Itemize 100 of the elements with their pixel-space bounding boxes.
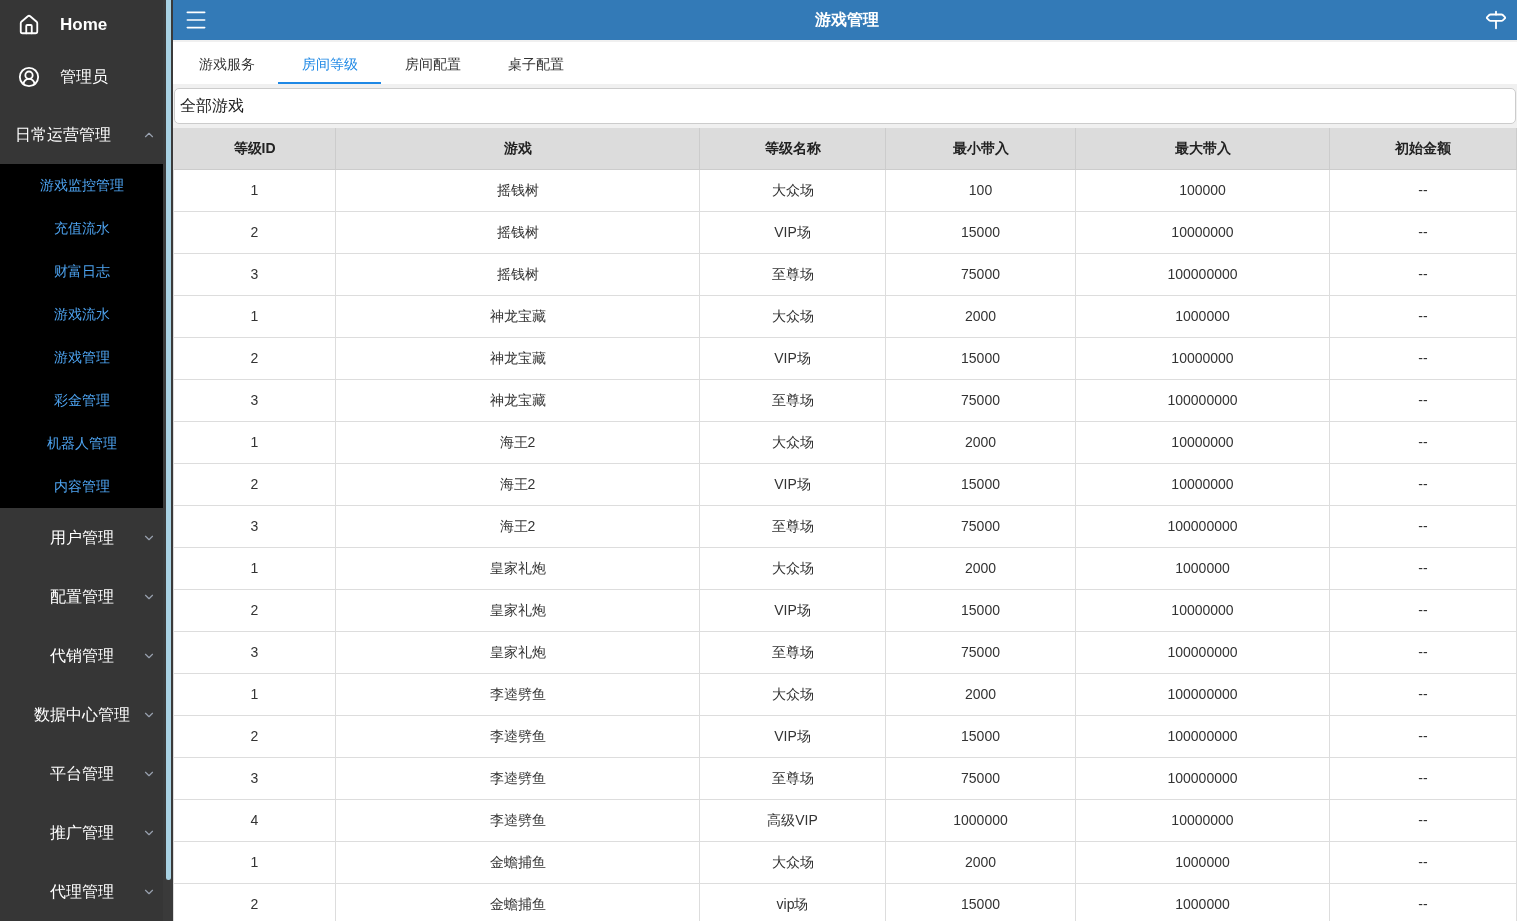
- tab[interactable]: 房间配置: [381, 46, 484, 84]
- table-cell: --: [1330, 590, 1517, 631]
- table-cell: 15000: [886, 716, 1076, 757]
- table-cell: VIP场: [700, 716, 886, 757]
- submenu-item[interactable]: 内容管理: [0, 465, 163, 508]
- table-cell: 大众场: [700, 422, 886, 463]
- table-cell: 高级VIP: [700, 800, 886, 841]
- table-cell: --: [1330, 548, 1517, 589]
- column-header: 初始金额: [1330, 128, 1517, 169]
- table-cell: 2: [174, 464, 336, 505]
- table-cell: 李逵劈鱼: [336, 800, 700, 841]
- table-cell: 2: [174, 590, 336, 631]
- table-cell: 大众场: [700, 170, 886, 211]
- table-cell: 大众场: [700, 548, 886, 589]
- column-header: 游戏: [336, 128, 700, 169]
- sidebar-group[interactable]: 代销管理: [0, 626, 163, 685]
- sidebar-group[interactable]: 平台管理: [0, 744, 163, 803]
- game-filter-field[interactable]: 全部游戏: [174, 88, 1516, 124]
- table-cell: --: [1330, 674, 1517, 715]
- table-cell: 1000000: [1076, 842, 1330, 883]
- table-cell: 3: [174, 632, 336, 673]
- sidebar-group[interactable]: 用户管理: [0, 508, 163, 567]
- scrollbar-thumb[interactable]: [165, 0, 171, 880]
- signpost-icon[interactable]: [1485, 9, 1507, 31]
- home-icon: [18, 13, 40, 36]
- table-cell: 至尊场: [700, 506, 886, 547]
- submenu-item[interactable]: 游戏管理: [0, 336, 163, 379]
- table-cell: 15000: [886, 884, 1076, 921]
- sidebar-group[interactable]: 日常运营管理: [0, 105, 163, 164]
- table-cell: 2: [174, 716, 336, 757]
- table-cell: 10000000: [1076, 338, 1330, 379]
- table-cell: 1000000: [1076, 548, 1330, 589]
- sidebar-item[interactable]: Home: [0, 0, 163, 49]
- table-cell: --: [1330, 422, 1517, 463]
- user-icon: [18, 66, 40, 88]
- submenu-item[interactable]: 机器人管理: [0, 422, 163, 465]
- table-cell: 1: [174, 296, 336, 337]
- table-cell: --: [1330, 212, 1517, 253]
- table-cell: 李逵劈鱼: [336, 716, 700, 757]
- table-cell: 皇家礼炮: [336, 632, 700, 673]
- table-cell: 1: [174, 422, 336, 463]
- table-cell: 大众场: [700, 296, 886, 337]
- table-cell: 75000: [886, 380, 1076, 421]
- table-cell: 海王2: [336, 422, 700, 463]
- table-cell: 75000: [886, 758, 1076, 799]
- table-cell: 皇家礼炮: [336, 590, 700, 631]
- table-cell: 金蟾捕鱼: [336, 842, 700, 883]
- table-cell: 100000000: [1076, 254, 1330, 295]
- table-cell: 75000: [886, 506, 1076, 547]
- tab[interactable]: 游戏服务: [175, 46, 278, 84]
- table-cell: 神龙宝藏: [336, 338, 700, 379]
- submenu-item[interactable]: 充值流水: [0, 207, 163, 250]
- sidebar-group[interactable]: 数据中心管理: [0, 685, 163, 744]
- table-cell: 1000000: [886, 800, 1076, 841]
- table-cell: 摇钱树: [336, 254, 700, 295]
- table-cell: 10000000: [1076, 212, 1330, 253]
- table-cell: 1: [174, 842, 336, 883]
- table-cell: --: [1330, 338, 1517, 379]
- table-cell: 金蟾捕鱼: [336, 884, 700, 921]
- table-cell: 2000: [886, 842, 1076, 883]
- table-cell: --: [1330, 170, 1517, 211]
- sidebar-group[interactable]: 配置管理: [0, 567, 163, 626]
- table-cell: VIP场: [700, 464, 886, 505]
- table-cell: 3: [174, 506, 336, 547]
- table-cell: 2: [174, 338, 336, 379]
- table-cell: --: [1330, 632, 1517, 673]
- table-cell: 100000: [1076, 170, 1330, 211]
- table-cell: 2000: [886, 296, 1076, 337]
- sidebar-group[interactable]: 代理管理: [0, 862, 163, 921]
- submenu-item[interactable]: 彩金管理: [0, 379, 163, 422]
- table-cell: 神龙宝藏: [336, 296, 700, 337]
- sidebar-item[interactable]: 管理员: [0, 49, 163, 105]
- table-cell: 3: [174, 758, 336, 799]
- table-cell: 100000000: [1076, 674, 1330, 715]
- table-cell: 100000000: [1076, 506, 1330, 547]
- column-header: 最小带入: [886, 128, 1076, 169]
- submenu-item[interactable]: 游戏监控管理: [0, 164, 163, 207]
- table-cell: 75000: [886, 254, 1076, 295]
- table-cell: --: [1330, 758, 1517, 799]
- table-cell: 10000000: [1076, 422, 1330, 463]
- sidebar-group[interactable]: 推广管理: [0, 803, 163, 862]
- table-cell: 2: [174, 884, 336, 921]
- table-cell: 1: [174, 170, 336, 211]
- tab[interactable]: 房间等级: [278, 46, 381, 84]
- table-cell: VIP场: [700, 338, 886, 379]
- submenu-item[interactable]: 财富日志: [0, 250, 163, 293]
- tab[interactable]: 桌子配置: [484, 46, 587, 84]
- column-header: 等级名称: [700, 128, 886, 169]
- table-cell: --: [1330, 716, 1517, 757]
- table-cell: 2: [174, 212, 336, 253]
- table-cell: 100000000: [1076, 632, 1330, 673]
- column-header: 等级ID: [174, 128, 336, 169]
- table-cell: 1: [174, 548, 336, 589]
- table-cell: 大众场: [700, 842, 886, 883]
- table-cell: 摇钱树: [336, 212, 700, 253]
- submenu-item[interactable]: 游戏流水: [0, 293, 163, 336]
- page-title: 游戏管理: [815, 10, 879, 30]
- table-cell: 15000: [886, 338, 1076, 379]
- table-cell: vip场: [700, 884, 886, 921]
- table-cell: 海王2: [336, 464, 700, 505]
